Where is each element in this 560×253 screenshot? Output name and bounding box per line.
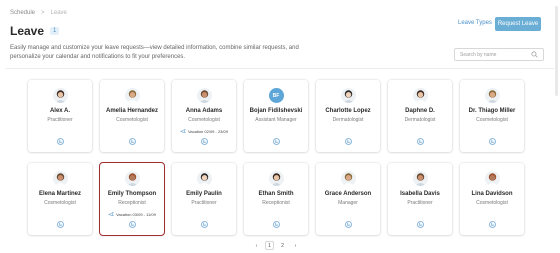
plane-icon xyxy=(108,211,115,217)
avatar xyxy=(196,88,212,103)
leave-types-link[interactable]: Leave Types xyxy=(458,20,492,26)
employee-card[interactable]: Alex A. Practitioner xyxy=(28,80,92,152)
availability-check-icon xyxy=(272,138,280,145)
employee-card[interactable]: BF Bojan Fidilshevski Assistant Manager xyxy=(244,80,308,152)
employee-name: Elena Martinez xyxy=(38,191,81,197)
employee-role: Practitioner xyxy=(47,117,73,123)
search-input[interactable]: Search by name xyxy=(454,48,544,61)
avatar xyxy=(484,88,500,103)
availability-check-icon xyxy=(56,138,64,145)
availability-check-icon xyxy=(488,138,496,145)
breadcrumb: Schedule > Leave xyxy=(10,10,67,16)
employee-name: Daphne D. xyxy=(405,108,435,114)
employee-name: Amelia Hernandez xyxy=(105,108,159,114)
avatar xyxy=(268,171,284,186)
avatar xyxy=(124,171,140,186)
availability-check-icon xyxy=(200,138,208,145)
employee-name: Dr. Thiago Miller xyxy=(468,108,516,114)
avatar xyxy=(412,171,428,186)
breadcrumb-schedule-link[interactable]: Schedule xyxy=(10,10,35,16)
breadcrumb-current: Leave xyxy=(50,10,67,16)
avatar xyxy=(52,88,68,103)
employee-name: Anna Adams xyxy=(185,108,223,114)
prev-page-button[interactable]: ‹ xyxy=(252,241,261,250)
employee-name: Ethan Smith xyxy=(258,191,294,197)
availability-check-icon xyxy=(416,138,424,145)
employee-role: Receptionist xyxy=(118,200,146,206)
employee-card[interactable]: Dr. Thiago Miller Cosmetologist xyxy=(460,80,524,152)
employee-name: Isabella Davis xyxy=(400,191,440,197)
avatar xyxy=(484,171,500,186)
search-placeholder: Search by name xyxy=(460,51,497,58)
avatar xyxy=(412,88,428,103)
vacation-dates: Vacation 02/09 - 23/09 xyxy=(188,128,228,134)
employee-role: Practitioner xyxy=(191,200,217,206)
employee-role: Cosmetologist xyxy=(188,117,220,123)
employee-name: Charlotte Lopez xyxy=(325,108,371,114)
avatar xyxy=(196,171,212,186)
page-title: Leave xyxy=(10,24,45,38)
page-1-button[interactable]: 1 xyxy=(265,241,274,250)
title-row: Leave 1 xyxy=(10,24,60,38)
request-leave-button[interactable]: Request Leave xyxy=(495,17,541,31)
availability-check-icon xyxy=(272,221,280,228)
pagination: ‹ 1 2 › xyxy=(252,241,300,250)
employee-role: Cosmetologist xyxy=(476,117,508,123)
employee-name: Grace Anderson xyxy=(324,191,372,197)
next-page-button[interactable]: › xyxy=(291,241,300,250)
employee-name: Lina Davidson xyxy=(471,191,513,197)
employee-role: Receptionist xyxy=(262,200,290,206)
employee-card[interactable]: Emily Paulin Practitioner xyxy=(172,163,236,235)
employee-card[interactable]: Daphne D. Dermatologist xyxy=(388,80,452,152)
employee-card[interactable]: Ethan Smith Receptionist xyxy=(244,163,308,235)
employee-role: Dermatologist xyxy=(404,117,436,123)
employee-card[interactable]: Isabella Davis Practitioner xyxy=(388,163,452,235)
employee-name: Emily Paulin xyxy=(186,191,222,197)
availability-check-icon xyxy=(488,221,496,228)
search-icon xyxy=(531,51,538,58)
page-2-button[interactable]: 2 xyxy=(278,241,287,250)
avatar xyxy=(124,88,140,103)
availability-check-icon xyxy=(344,221,352,228)
vacation-dates: Vacation 03/09 - 11/09 xyxy=(116,211,156,217)
breadcrumb-separator: > xyxy=(41,10,45,16)
employee-card[interactable]: Anna Adams Cosmetologist Vacation 02/09 - … xyxy=(172,80,236,152)
employee-name: Emily Thompson xyxy=(107,191,157,197)
avatar: BF xyxy=(268,88,284,103)
vacation-info: Vacation 03/09 - 11/09 xyxy=(108,211,156,217)
vacation-info: Vacation 02/09 - 23/09 xyxy=(180,128,228,134)
employee-card[interactable]: Elena Martinez Cosmetologist xyxy=(28,163,92,235)
employee-role: Assistant Manager xyxy=(255,117,297,123)
employee-card[interactable]: Charlotte Lopez Dermatologist xyxy=(316,80,380,152)
employee-role: Dermatologist xyxy=(332,117,364,123)
count-badge: 1 xyxy=(50,27,60,35)
employee-card[interactable]: Lina Davidson Cosmetologist xyxy=(460,163,524,235)
page-description: Easily manage and customize your leave r… xyxy=(10,45,299,60)
availability-check-icon xyxy=(344,138,352,145)
employee-name: Bojan Fidilshevski xyxy=(249,108,303,114)
availability-check-icon xyxy=(56,221,64,228)
availability-check-icon xyxy=(200,221,208,228)
employee-card[interactable]: Grace Anderson Manager xyxy=(316,163,380,235)
scrollbar[interactable] xyxy=(555,6,558,96)
header-divider xyxy=(6,68,554,69)
employee-card[interactable]: Amelia Hernandez Cosmetologist xyxy=(100,80,164,152)
availability-check-icon xyxy=(128,138,136,145)
employee-role: Cosmetologist xyxy=(44,200,76,206)
employee-role: Cosmetologist xyxy=(116,117,148,123)
avatar xyxy=(340,88,356,103)
plane-icon xyxy=(180,128,187,134)
employee-role: Manager xyxy=(338,200,358,206)
employee-role: Practitioner xyxy=(407,200,433,206)
avatar xyxy=(52,171,68,186)
employee-role: Cosmetologist xyxy=(476,200,508,206)
avatar xyxy=(340,171,356,186)
employee-card[interactable]: Emily Thompson Receptionist Vacation 03/09… xyxy=(99,162,165,236)
availability-check-icon xyxy=(416,221,424,228)
availability-check-icon xyxy=(128,221,136,228)
employee-name: Alex A. xyxy=(49,108,71,114)
